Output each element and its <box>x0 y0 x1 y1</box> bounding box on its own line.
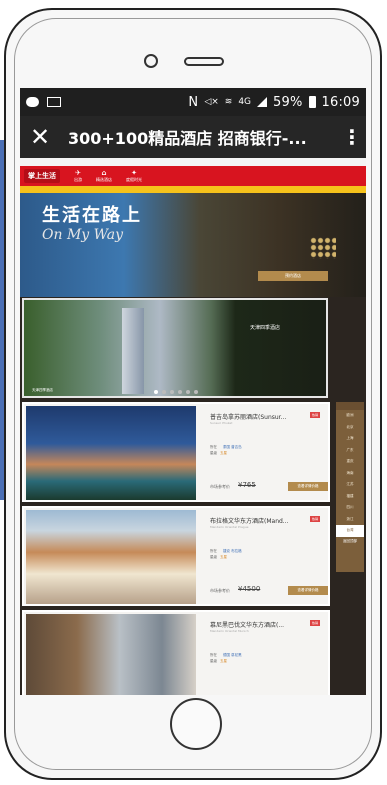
sidebar-item-region[interactable]: 四川 <box>336 502 364 514</box>
nav-item-label: 精选酒店 <box>96 176 112 182</box>
carousel-dots[interactable] <box>154 390 198 394</box>
sidebar-item-region[interactable]: 江苏 <box>336 479 364 491</box>
hotel-name[interactable]: 普吉岛拿苏丽酒店(Sunsur... <box>210 412 306 421</box>
hotel-card[interactable]: 慕尼黑巴伐文华东方酒店(... 热销 Mandarin Oriental Mun… <box>22 610 330 695</box>
notice-bar <box>20 186 366 193</box>
top-info-strip <box>20 158 366 166</box>
battery-icon <box>308 96 316 108</box>
status-bar: N ◁× ≋ 4G 59% 16:09 <box>20 88 366 116</box>
banner-title: 天津四季酒店 <box>250 325 281 331</box>
location-value: 德国 慕尼黑 <box>223 653 242 657</box>
rating-label: 星级 <box>210 555 217 559</box>
wifi-icon: ≋ <box>224 97 233 107</box>
hot-badge: 热销 <box>310 412 321 418</box>
hotel-meta: 所在 捷克 布拉格 星级 五星 <box>210 548 242 560</box>
battery-percent: 59% <box>273 94 303 110</box>
view-details-button[interactable]: 查看详情价格 <box>288 586 328 595</box>
region-sidebar: 欧洲 北京 上海 广东 重庆 海南 江苏 福建 四川 浙江 台湾 返回顶部 <box>336 402 364 572</box>
carousel-dot[interactable] <box>170 390 174 394</box>
browser-title-bar: ✕ 300+100精品酒店 招商银行-... ⋮ <box>20 116 366 158</box>
sidebar-item-region[interactable]: 福建 <box>336 491 364 503</box>
hero-cta-button[interactable]: 预约酒店 <box>258 271 328 281</box>
nav-item-travel[interactable]: ✈ 出游 <box>74 169 82 182</box>
web-content: 掌上生活 ✈ 出游 ⌂ 精选酒店 ✦ 度假时光 生活在路上 On My Way 预约酒… <box>20 158 366 695</box>
featured-hotel-banner[interactable]: 天津四季酒店 天津四季酒店 <box>22 298 328 398</box>
back-to-top-link[interactable]: 返回顶部 <box>336 539 364 544</box>
nav-item-hotels[interactable]: ⌂ 精选酒店 <box>96 169 112 182</box>
hotel-name[interactable]: 布拉格文华东方酒店(Mand... <box>210 516 306 525</box>
hero-banner: 生活在路上 On My Way 预约酒店 <box>20 193 366 297</box>
nfc-icon: N <box>188 94 199 110</box>
hotel-card[interactable]: 普吉岛拿苏丽酒店(Sunsur... 热销 Sunsuri Phuket 所在 泰… <box>22 402 330 502</box>
hotel-photo[interactable] <box>26 510 196 604</box>
hot-badge: 热销 <box>310 516 321 522</box>
clock: 16:09 <box>321 94 360 110</box>
hero-decoration <box>310 237 336 259</box>
carousel-dot[interactable] <box>178 390 182 394</box>
nav-item-label: 度假时光 <box>126 176 142 182</box>
sidebar-item-region[interactable]: 海南 <box>336 468 364 480</box>
site-logo[interactable]: 掌上生活 <box>24 169 60 183</box>
speaker-grille <box>184 57 224 66</box>
hero-subtitle: On My Way <box>42 227 124 243</box>
rating-value: 五星 <box>220 451 227 455</box>
page-title: 300+100精品酒店 招商银行-... <box>68 129 307 148</box>
rating-value: 五星 <box>220 555 227 559</box>
sidebar-item-region[interactable]: 浙江 <box>336 514 364 526</box>
location-value: 泰国 普吉岛 <box>223 445 242 449</box>
hot-badge: 热销 <box>310 620 321 626</box>
view-details-button[interactable]: 查看详情价格 <box>288 482 328 491</box>
carousel-dot[interactable] <box>154 390 158 394</box>
sidebar-item-region[interactable]: 上海 <box>336 433 364 445</box>
carousel-dot[interactable] <box>162 390 166 394</box>
phone-screen: N ◁× ≋ 4G 59% 16:09 ✕ 300+100精品酒店 招商银行-.… <box>20 88 366 695</box>
hotel-english-name: Mandarin Oriental Munich <box>210 629 249 633</box>
location-label: 所在 <box>210 445 217 449</box>
nav-item-vacation[interactable]: ✦ 度假时光 <box>126 169 142 182</box>
sidebar-item-region[interactable]: 北京 <box>336 422 364 434</box>
sidebar-header <box>336 402 364 410</box>
mute-icon: ◁× <box>204 97 219 107</box>
nav-item-label: 出游 <box>74 176 82 182</box>
signal-icon <box>257 97 268 107</box>
sidebar-item-region[interactable]: 重庆 <box>336 456 364 468</box>
hotel-english-name: Mandarin Oriental Prague <box>210 525 249 529</box>
close-icon[interactable]: ✕ <box>30 125 58 149</box>
more-menu-icon[interactable]: ⋮ <box>342 125 362 149</box>
carousel-dot[interactable] <box>186 390 190 394</box>
price-value: ¥4500 <box>238 585 261 593</box>
hotel-card[interactable]: 布拉格文华东方酒店(Mand... 热销 Mandarin Oriental P… <box>22 506 330 606</box>
hotel-english-name: Sunsuri Phuket <box>210 421 233 425</box>
location-label: 所在 <box>210 549 217 553</box>
sidebar-item-region[interactable]: 广东 <box>336 445 364 457</box>
price-label: 市场参考价 <box>210 588 230 593</box>
rating-label: 星级 <box>210 659 217 663</box>
hotel-meta: 所在 泰国 普吉岛 星级 五星 <box>210 444 242 456</box>
location-label: 所在 <box>210 653 217 657</box>
home-button[interactable] <box>170 698 222 750</box>
location-value: 捷克 布拉格 <box>223 549 242 553</box>
rating-label: 星级 <box>210 451 217 455</box>
banner-caption: 天津四季酒店 <box>32 388 53 392</box>
hero-title: 生活在路上 <box>42 205 142 226</box>
hotel-name[interactable]: 慕尼黑巴伐文华东方酒店(... <box>210 620 306 629</box>
rating-value: 五星 <box>220 659 227 663</box>
camera-icon <box>144 54 158 68</box>
site-header: 掌上生活 ✈ 出游 ⌂ 精选酒店 ✦ 度假时光 <box>20 166 366 186</box>
chat-icon <box>26 97 39 107</box>
hotel-photo[interactable] <box>26 614 196 695</box>
sidebar-item-region[interactable]: 台湾 <box>336 525 364 537</box>
price-value: ¥765 <box>238 481 256 489</box>
tower-image <box>122 308 144 394</box>
sidebar-item-region[interactable]: 欧洲 <box>336 410 364 422</box>
hotel-photo[interactable] <box>26 406 196 500</box>
price-label: 市场参考价 <box>210 484 230 489</box>
carousel-dot[interactable] <box>194 390 198 394</box>
mail-icon <box>47 97 61 107</box>
network-type: 4G <box>238 97 252 107</box>
hotel-meta: 所在 德国 慕尼黑 星级 五星 <box>210 652 242 664</box>
